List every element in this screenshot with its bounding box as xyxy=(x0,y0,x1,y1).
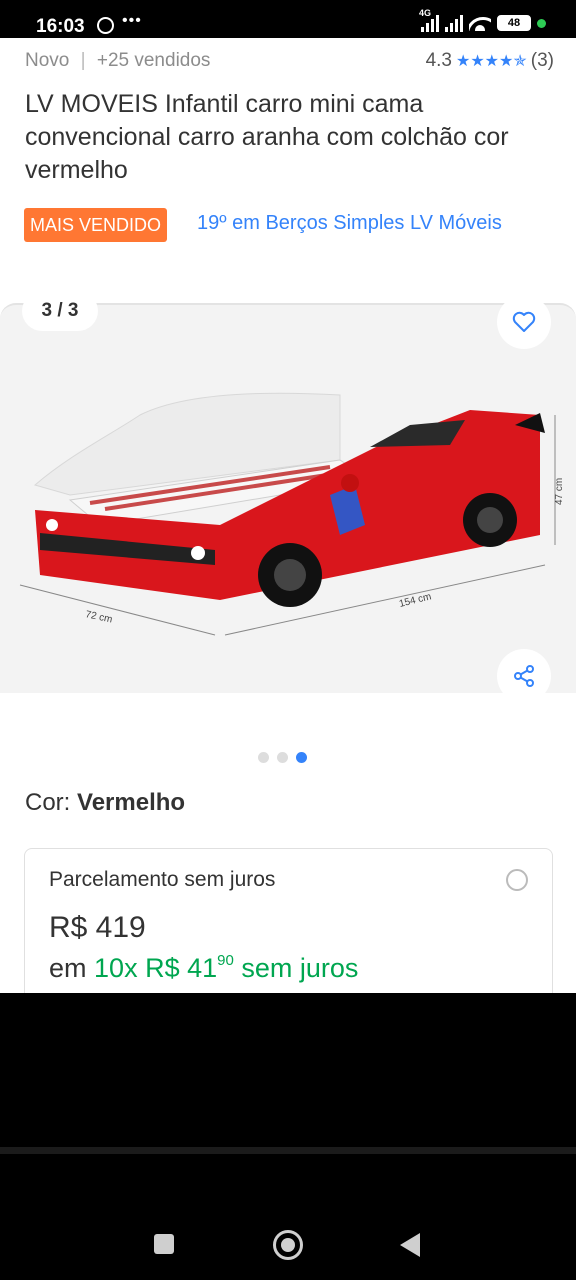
condition: Novo xyxy=(25,50,70,71)
meta-separator: | xyxy=(80,50,86,71)
status-time: 16:03 xyxy=(36,16,85,37)
installment-amount: 10x R$ 41 xyxy=(94,953,218,983)
image-counter: 3 / 3 xyxy=(22,291,98,331)
page-dot[interactable] xyxy=(258,752,269,763)
heart-icon xyxy=(512,311,536,332)
back-button[interactable] xyxy=(400,1233,420,1257)
page-dot-active[interactable] xyxy=(296,752,307,763)
product-page: 16:03 ••• 4G 48 Novo | +25 vendidos 4.3 … xyxy=(0,0,576,993)
signal-icon-2 xyxy=(445,14,463,32)
installment-suffix: sem juros xyxy=(241,953,359,983)
product-title: LV MOVEIS Infantil carro mini cama conve… xyxy=(25,90,509,184)
color-selection: Cor: Vermelho xyxy=(25,789,185,817)
review-count: (3) xyxy=(530,50,554,71)
signal-icon: 4G xyxy=(419,8,439,32)
more-notifications-icon: ••• xyxy=(122,12,142,29)
installment-value: 10x R$ 4190 xyxy=(94,952,234,983)
best-seller-badge: MAIS VENDIDO xyxy=(24,208,168,242)
privacy-dot-icon xyxy=(537,18,546,28)
product-image[interactable]: 72 cm 154 cm 47 cm xyxy=(10,385,570,650)
system-nav-bar xyxy=(0,1210,576,1280)
price: R$ 419 xyxy=(49,911,146,944)
dim-width-label: 72 cm xyxy=(84,609,113,625)
screen: 16:03 ••• 4G 48 Novo | +25 vendidos 4.3 … xyxy=(0,0,576,1280)
rating-summary[interactable]: 4.3 ★★★★✯ (3) xyxy=(426,50,554,72)
divider xyxy=(0,1147,576,1154)
network-type: 4G xyxy=(419,8,432,18)
home-button[interactable] xyxy=(273,1230,303,1260)
sold-count: +25 vendidos xyxy=(96,50,211,71)
rating-value: 4.3 xyxy=(425,50,452,71)
share-icon xyxy=(514,665,534,687)
whatsapp-icon xyxy=(97,17,114,34)
payment-option-card[interactable]: Parcelamento sem juros R$ 419 em 10x R$ … xyxy=(24,848,553,993)
color-label: Cor: xyxy=(25,789,71,816)
recents-button[interactable] xyxy=(154,1234,174,1254)
dim-length-label: 154 cm xyxy=(398,591,432,610)
product-meta: Novo | +25 vendidos xyxy=(25,50,210,72)
payment-title: Parcelamento sem juros xyxy=(49,868,276,891)
gallery-pagination xyxy=(258,752,307,763)
status-bar: 16:03 ••• 4G 48 xyxy=(0,0,576,38)
ranking-link[interactable]: 19º em Berços Simples LV Móveis xyxy=(197,212,502,235)
rating-stars-icon: ★★★★✯ xyxy=(455,53,527,70)
wifi-icon xyxy=(469,15,491,31)
dim-height-label: 47 cm xyxy=(554,478,565,505)
status-icons: 4G 48 xyxy=(419,8,546,32)
color-value: Vermelho xyxy=(77,789,186,816)
favorite-button[interactable] xyxy=(497,295,551,349)
payment-radio[interactable] xyxy=(506,869,528,891)
installment-text: em 10x R$ 4190 sem juros xyxy=(49,952,358,984)
page-dot[interactable] xyxy=(277,752,288,763)
installment-prefix: em xyxy=(49,953,87,983)
battery-icon: 48 xyxy=(497,15,531,31)
installment-cents: 90 xyxy=(217,952,234,969)
share-button[interactable] xyxy=(497,649,551,703)
